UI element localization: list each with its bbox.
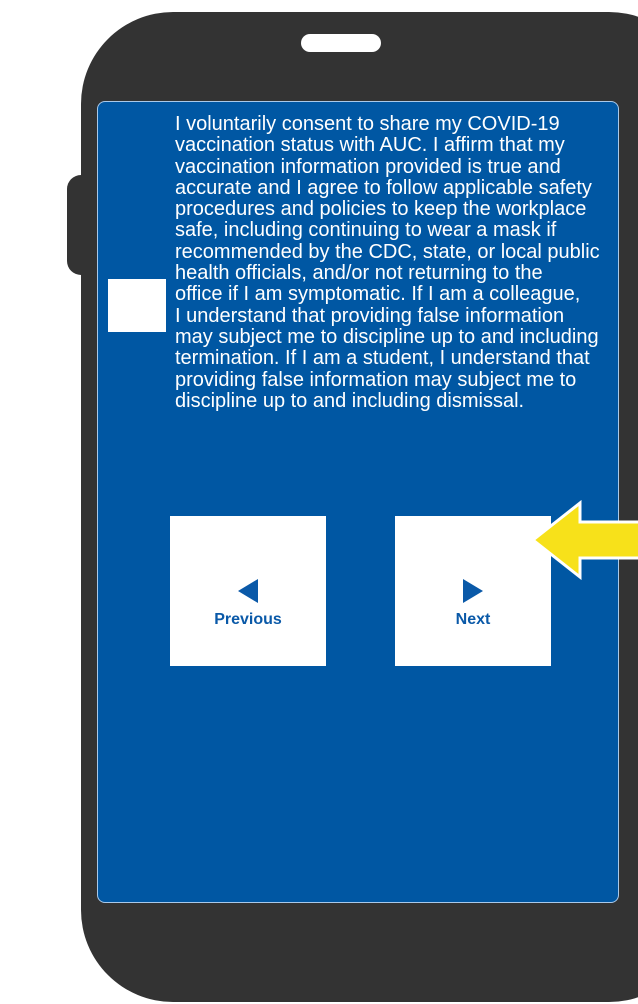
triangle-left-icon <box>238 579 258 603</box>
previous-button[interactable]: Previous <box>170 516 326 666</box>
triangle-right-icon <box>463 579 483 603</box>
tutorial-illustration: I voluntarily consent to share my COVID-… <box>0 0 638 1004</box>
next-button[interactable]: Next <box>395 516 551 666</box>
consent-checkbox[interactable] <box>108 279 166 332</box>
consent-text: I voluntarily consent to share my COVID-… <box>175 113 600 412</box>
phone-speaker <box>301 34 381 52</box>
previous-button-label: Previous <box>214 611 282 628</box>
arrow-left-icon <box>530 500 638 580</box>
next-button-label: Next <box>455 611 491 628</box>
